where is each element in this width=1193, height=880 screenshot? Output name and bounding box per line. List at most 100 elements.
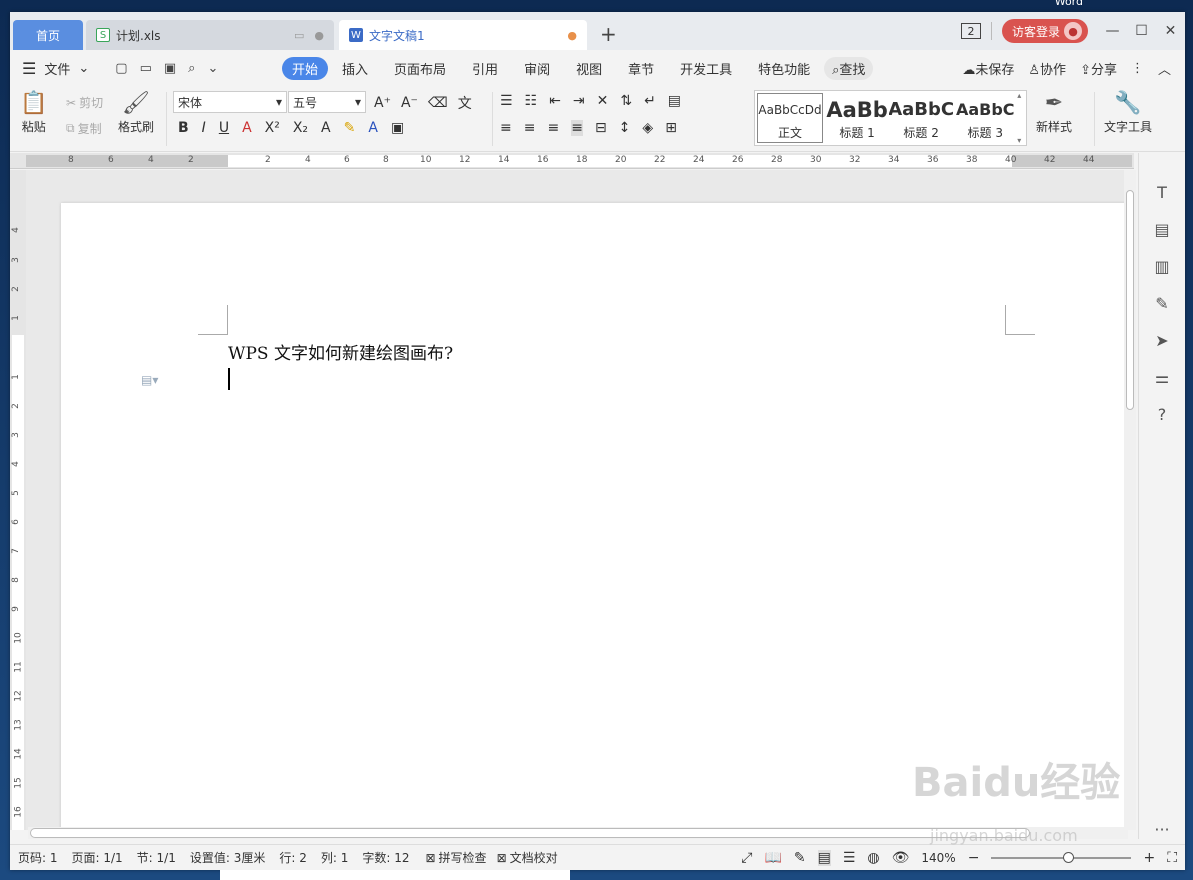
collab-button[interactable]: ♙协作 <box>1028 59 1066 78</box>
tab-references[interactable]: 引用 <box>460 57 510 80</box>
new-style-button[interactable]: ✒ 新样式 <box>1036 90 1072 135</box>
vertical-ruler[interactable]: 4 3 2 1 1 2 3 4 5 6 7 8 9 10 11 12 13 14… <box>10 170 26 830</box>
subscript-icon[interactable]: X₂ <box>293 120 308 136</box>
zoom-level[interactable]: 140% <box>921 851 955 865</box>
sliders-icon[interactable]: ⚌ <box>1155 368 1169 387</box>
tab-page-layout[interactable]: 页面布局 <box>382 57 458 80</box>
share-button[interactable]: ⇪分享 <box>1080 59 1117 78</box>
tab-xls[interactable]: S 计划.xls ▭ ● <box>86 20 334 50</box>
doc-properties-icon[interactable]: ▤ <box>1154 220 1169 239</box>
shrink-font-icon[interactable]: A⁻ <box>401 95 418 111</box>
status-row[interactable]: 行: 2 <box>279 849 307 866</box>
paste-button[interactable]: 📋 粘贴 <box>20 90 47 135</box>
zoom-knob[interactable] <box>1063 852 1075 863</box>
sort-icon[interactable]: ⇅ <box>620 93 632 109</box>
pencil-icon[interactable]: ✎ <box>1155 294 1168 313</box>
shading-icon[interactable]: ◈ <box>642 120 653 136</box>
tab-insert[interactable]: 插入 <box>330 57 380 80</box>
tab-home[interactable]: 首页 <box>13 20 83 50</box>
doc-settings-icon[interactable]: ▥ <box>1154 257 1169 276</box>
read-mode-icon[interactable]: 📖 <box>764 850 781 866</box>
numbered-list-icon[interactable]: ☷ <box>525 93 538 109</box>
tab-start[interactable]: 开始 <box>282 56 329 80</box>
page-view-icon[interactable]: ▤ <box>817 850 831 866</box>
strikethrough-icon[interactable]: A <box>242 120 252 136</box>
align-left-icon[interactable]: ≡ <box>500 120 512 136</box>
minimize-icon[interactable]: — <box>1098 23 1127 39</box>
line-spacing-icon[interactable]: ↕ <box>619 120 631 136</box>
print-preview-icon[interactable]: ⌕ <box>188 61 195 76</box>
tab-special[interactable]: 特色功能 <box>746 57 822 80</box>
paragraph-menu-icon[interactable]: ▤▾ <box>141 373 158 387</box>
open-folder-icon[interactable]: ▭ <box>140 61 152 76</box>
phonetic-icon[interactable]: 文 <box>458 93 472 113</box>
show-marks-icon[interactable]: ↵ <box>644 93 656 109</box>
cut-button[interactable]: ✂ 剪切 <box>66 94 103 111</box>
superscript-icon[interactable]: X² <box>265 120 280 136</box>
close-icon[interactable]: ✕ <box>1156 23 1185 39</box>
align-right-icon[interactable]: ≡ <box>547 120 559 136</box>
font-size-select[interactable]: 五号 ▾ <box>288 91 366 113</box>
spell-check-button[interactable]: ⊠ 拼写检查 <box>425 849 486 866</box>
text-effect-icon[interactable]: A <box>321 120 331 136</box>
style-scroll[interactable]: ▴ ▾ <box>1017 91 1026 145</box>
style-heading-3[interactable]: AaBbC 标题 3 <box>953 91 1017 145</box>
help-icon[interactable]: ? <box>1158 405 1167 424</box>
cursor-icon[interactable]: ➤ <box>1155 331 1168 350</box>
tab-review[interactable]: 审阅 <box>512 57 562 80</box>
format-painter-button[interactable]: 🖌 格式刷 <box>118 90 154 135</box>
document-text[interactable]: WPS 文字如何新建绘图画布? <box>228 339 453 364</box>
align-center-icon[interactable]: ≡ <box>524 120 536 136</box>
char-border-icon[interactable]: ▣ <box>391 120 404 136</box>
tab-doc[interactable]: W 文字文稿1 ● <box>339 20 587 50</box>
table-tools-icon[interactable]: ▤ <box>668 93 681 109</box>
status-col[interactable]: 列: 1 <box>321 849 349 866</box>
edit-mode-icon[interactable]: ✎ <box>794 850 806 866</box>
new-tab-button[interactable]: + <box>600 22 617 46</box>
collapse-ribbon-icon[interactable]: ︿ <box>1158 59 1171 78</box>
search-button[interactable]: ⌕查找 <box>824 56 874 80</box>
tab-chapter[interactable]: 章节 <box>616 57 666 80</box>
text-tools-button[interactable]: 🔧 文字工具 <box>1104 90 1152 135</box>
highlight-icon[interactable]: ✎ <box>344 120 356 136</box>
chevron-up-icon[interactable]: ▴ <box>1017 91 1026 100</box>
new-doc-icon[interactable]: ▢ <box>115 61 127 76</box>
font-select[interactable]: 宋体 ▾ <box>173 91 287 113</box>
scroll-thumb[interactable] <box>1126 190 1134 410</box>
text-style-icon[interactable]: T <box>1157 183 1167 202</box>
bold-icon[interactable]: B <box>178 120 189 136</box>
zoom-out-icon[interactable]: − <box>968 850 980 866</box>
save-icon[interactable]: ▣ <box>164 61 176 76</box>
outdent-icon[interactable]: ⇤ <box>549 93 561 109</box>
eye-protect-icon[interactable]: 👁 <box>892 850 910 866</box>
outline-view-icon[interactable]: ☰ <box>843 850 856 866</box>
document-page[interactable]: WPS 文字如何新建绘图画布? ▤▾ <box>61 203 1131 830</box>
hamburger-icon[interactable]: ☰ <box>22 59 36 78</box>
window-count-badge[interactable]: 2 <box>960 23 981 39</box>
style-normal[interactable]: AaBbCcDd 正文 <box>757 93 823 143</box>
status-section[interactable]: 节: 1/1 <box>137 849 176 866</box>
scroll-thumb[interactable] <box>30 828 1030 838</box>
tab-view[interactable]: 视图 <box>564 57 614 80</box>
document-canvas[interactable]: WPS 文字如何新建绘图画布? ▤▾ <box>26 170 1134 830</box>
borders-icon[interactable]: ⊞ <box>665 120 677 136</box>
horizontal-ruler[interactable]: 8 6 4 2 2 4 6 8 10 12 14 16 18 20 22 24 … <box>10 153 1134 169</box>
tab-developer[interactable]: 开发工具 <box>668 57 744 80</box>
proofread-button[interactable]: ⊠ 文档校对 <box>497 849 558 866</box>
unsaved-dot-icon[interactable]: ● <box>567 29 577 42</box>
maximize-icon[interactable]: ☐ <box>1127 23 1156 39</box>
font-color-icon[interactable]: A <box>368 120 378 136</box>
grow-font-icon[interactable]: A⁺ <box>374 95 391 111</box>
fit-window-icon[interactable]: ⛶ <box>1167 850 1177 866</box>
vertical-scrollbar[interactable] <box>1124 170 1136 830</box>
status-setting[interactable]: 设置值: 3厘米 <box>190 849 266 866</box>
distribute-icon[interactable]: ⊟ <box>595 120 607 136</box>
monitor-icon[interactable]: ▭ <box>294 29 304 42</box>
chinese-layout-icon[interactable]: ✕ <box>597 93 609 109</box>
status-word-count[interactable]: 字数: 12 <box>362 849 409 866</box>
clear-format-icon[interactable]: ⌫ <box>428 95 448 111</box>
chevron-down-icon[interactable]: ▾ <box>1017 136 1026 145</box>
copy-button[interactable]: ⧉ 复制 <box>66 120 102 137</box>
file-menu[interactable]: 文件 <box>44 59 70 78</box>
chevron-down-icon[interactable]: ⌄ <box>78 61 89 76</box>
